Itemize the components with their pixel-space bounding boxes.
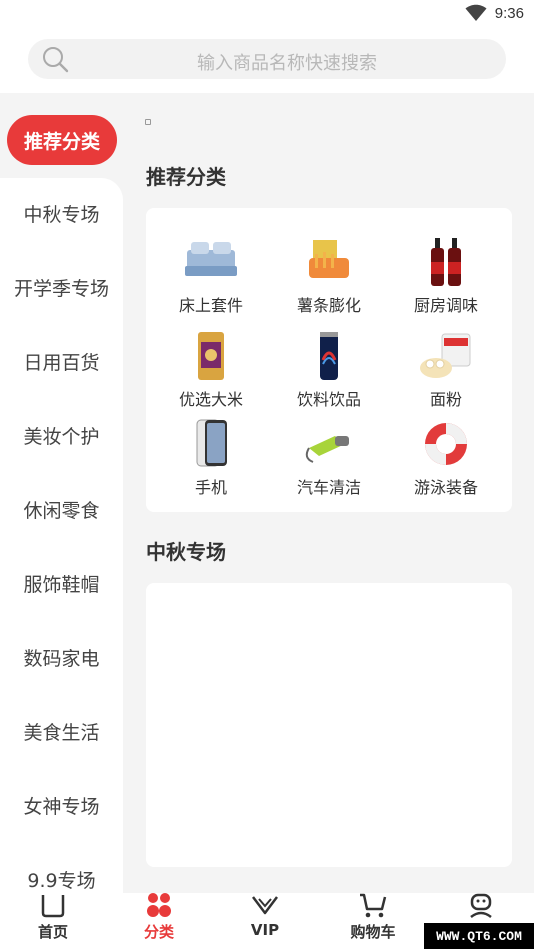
flour-icon bbox=[420, 333, 471, 378]
tab-home[interactable]: 首页 bbox=[0, 893, 106, 949]
category-item[interactable]: 饮料饮品 bbox=[274, 330, 384, 410]
category-icon bbox=[147, 893, 171, 917]
section-title-recommended: 推荐分类 bbox=[146, 165, 226, 189]
category-item[interactable]: 薯条膨化 bbox=[274, 236, 384, 316]
tab-category[interactable]: 分类 bbox=[106, 893, 212, 949]
bedding-icon bbox=[185, 242, 237, 276]
tab-vip[interactable]: VIP bbox=[212, 893, 318, 949]
search-input[interactable]: 输入商品名称快速搜索 bbox=[28, 49, 506, 75]
sidebar-item[interactable]: 服饰鞋帽 bbox=[0, 570, 123, 597]
sidebar-item[interactable]: 美食生活 bbox=[0, 718, 123, 745]
banner-placeholder bbox=[145, 119, 151, 125]
category-label: 床上套件 bbox=[178, 296, 243, 315]
tab-label: VIP bbox=[250, 921, 280, 939]
wifi-icon bbox=[465, 4, 487, 21]
chips-icon bbox=[309, 240, 349, 278]
status-bar: 9:36 bbox=[0, 0, 534, 30]
category-label: 优选大米 bbox=[178, 390, 243, 409]
search-bar[interactable]: 输入商品名称快速搜索 bbox=[28, 39, 506, 79]
rice-bag-icon bbox=[198, 332, 224, 380]
swim-ring-icon bbox=[425, 423, 467, 465]
mid-autumn-card bbox=[146, 583, 512, 867]
tab-cart[interactable]: 购物车 bbox=[320, 893, 426, 949]
sidebar-item[interactable]: 女神专场 bbox=[0, 792, 123, 819]
category-grid-card: 床上套件 薯条膨化 厨房调味 优选大米 饮料饮品 面粉 手机 汽车清洁 游泳装备 bbox=[146, 208, 512, 512]
category-item[interactable]: 手机 bbox=[156, 418, 266, 498]
category-label: 厨房调味 bbox=[413, 296, 478, 315]
category-label: 手机 bbox=[194, 478, 227, 497]
category-label: 面粉 bbox=[429, 390, 462, 409]
tab-label: 首页 bbox=[37, 923, 68, 941]
category-item[interactable]: 面粉 bbox=[391, 330, 501, 410]
sidebar-item[interactable]: 休闲零食 bbox=[0, 496, 123, 523]
category-label: 饮料饮品 bbox=[296, 390, 361, 409]
sidebar-item[interactable]: 开学季专场 bbox=[0, 274, 123, 301]
sidebar-item[interactable]: 中秋专场 bbox=[0, 200, 123, 227]
section-title-mid-autumn: 中秋专场 bbox=[146, 540, 226, 564]
sidebar-list: 中秋专场 开学季专场 日用百货 美妆个护 休闲零食 服饰鞋帽 数码家电 美食生活… bbox=[0, 178, 123, 898]
watermark: WWW.QT6.COM bbox=[424, 923, 534, 949]
status-time: 9:36 bbox=[494, 4, 524, 22]
tab-label: 分类 bbox=[143, 923, 174, 941]
car-vacuum-icon bbox=[305, 436, 349, 463]
drink-can-icon bbox=[320, 332, 338, 380]
category-item[interactable]: 厨房调味 bbox=[391, 236, 501, 316]
category-item[interactable]: 优选大米 bbox=[156, 330, 266, 410]
category-item[interactable]: 游泳装备 bbox=[391, 418, 501, 498]
category-item[interactable]: 汽车清洁 bbox=[274, 418, 384, 498]
category-label: 汽车清洁 bbox=[296, 478, 361, 497]
home-icon bbox=[41, 895, 65, 918]
sauce-bottles-icon bbox=[431, 238, 461, 286]
category-label: 薯条膨化 bbox=[296, 296, 361, 315]
category-item[interactable]: 床上套件 bbox=[156, 236, 266, 316]
sidebar-item[interactable]: 日用百货 bbox=[0, 348, 123, 375]
sidebar-item[interactable]: 美妆个护 bbox=[0, 422, 123, 449]
category-sidebar: 推荐分类 中秋专场 开学季专场 日用百货 美妆个护 休闲零食 服饰鞋帽 数码家电… bbox=[0, 93, 123, 898]
category-label: 游泳装备 bbox=[413, 478, 478, 497]
sidebar-item[interactable]: 9.9专场 bbox=[0, 866, 123, 893]
sidebar-item-recommended[interactable]: 推荐分类 bbox=[7, 115, 117, 165]
sidebar-item[interactable]: 数码家电 bbox=[0, 644, 123, 671]
vip-icon bbox=[252, 896, 278, 915]
phone-icon bbox=[196, 419, 227, 467]
tab-label: 购物车 bbox=[350, 923, 396, 941]
profile-icon bbox=[470, 893, 492, 919]
cart-icon bbox=[360, 893, 387, 918]
main-content: 推荐分类 床上套件 薯条膨化 厨房调味 优选大米 饮料饮品 面粉 手机 汽车清洁… bbox=[123, 93, 534, 893]
